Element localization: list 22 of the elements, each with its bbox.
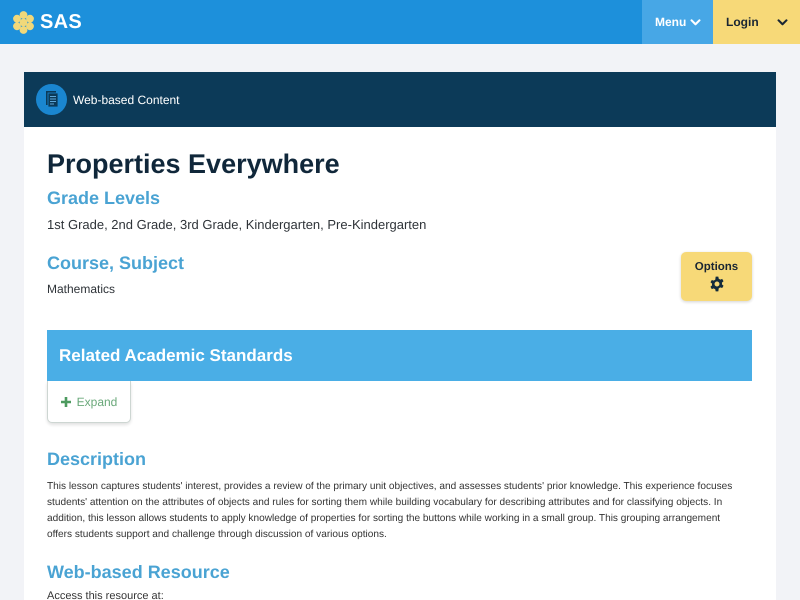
flower-logo-icon (11, 10, 36, 34)
menu-button[interactable]: Menu (642, 0, 713, 44)
description-text: This lesson captures students' interest, provides a review of the primary unit objectives, and assesses students' prior knowledge. This experience focuses students' attention on the attributes of objects and rules for sorting them while building vocabulary for describing attributes and for classifying objects. In addition, this lesson allows students to apply knowledge of properties for sorting the buttons while working in a small group. This grouping arrangement offers students support and challenge through discussion of various options. (47, 480, 734, 542)
grade-levels-heading: Grade Levels (47, 187, 162, 210)
resource-title: Properties Everywhere (47, 148, 341, 180)
document-icon (36, 84, 67, 115)
access-text: Access this resource at: (47, 589, 165, 600)
options-button[interactable]: Options (681, 252, 752, 301)
standards-heading: Related Academic Standards (59, 346, 293, 366)
plus-icon (60, 396, 71, 406)
chevron-down-icon (690, 18, 701, 26)
expand-button[interactable]: Expand (47, 381, 131, 423)
login-button[interactable]: Login (713, 0, 800, 44)
web-resource-heading: Web-based Resource (47, 561, 231, 584)
course-subject-text: Mathematics (47, 281, 116, 297)
grade-levels-text: 1st Grade, 2nd Grade, 3rd Grade, Kindergarten, Pre-Kindergarten (47, 216, 428, 234)
description-heading: Description (47, 448, 148, 471)
logo-text[interactable]: SAS (40, 10, 82, 34)
gear-icon (708, 276, 724, 292)
course-subject-heading: Course, Subject (47, 252, 184, 275)
chevron-down-icon (777, 18, 788, 26)
content-type-label: Web-based Content (73, 92, 180, 106)
